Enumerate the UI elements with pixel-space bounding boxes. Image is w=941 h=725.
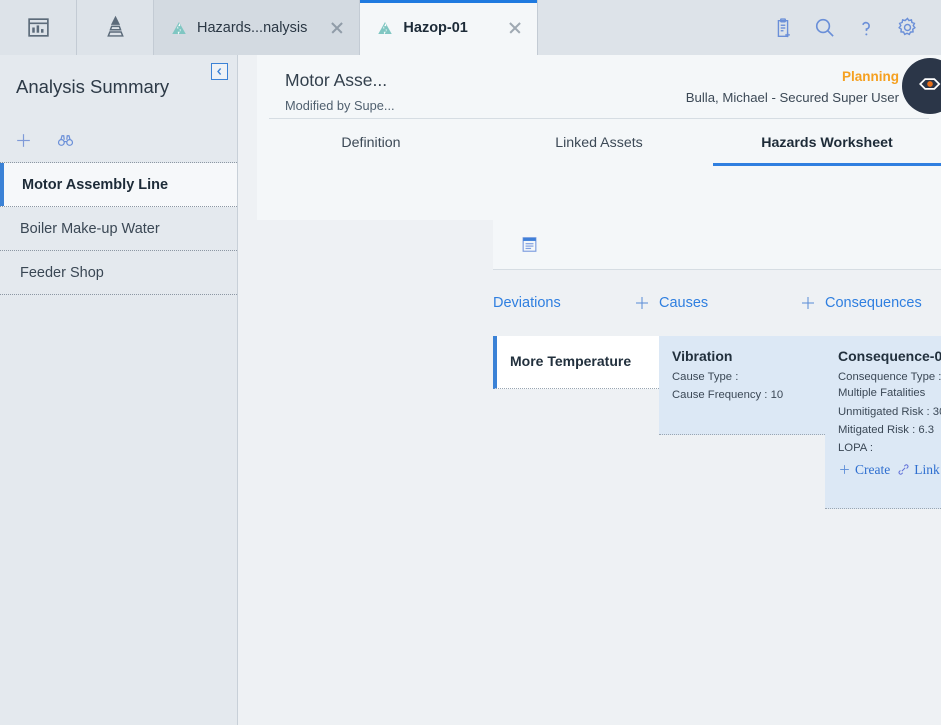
tab-label: Hazards Worksheet — [761, 134, 893, 151]
main-content: Motor Asse... Modified by Supe... Planni… — [238, 55, 941, 725]
add-cause-button[interactable] — [799, 294, 817, 312]
notes-icon[interactable] — [520, 235, 539, 254]
settings-gear-icon[interactable] — [896, 16, 919, 39]
dashboard-icon[interactable] — [0, 0, 77, 55]
card-detail: Cause Type : — [672, 370, 739, 383]
card-detail: Consequence Type : Multiple Fatalities — [838, 370, 941, 400]
card-title: Vibration — [672, 348, 733, 364]
sidebar-item-boiler-make-up-water[interactable]: Boiler Make-up Water — [0, 207, 237, 251]
worksheet-columns: Deviations More Temperature Causes Vibra… — [493, 270, 941, 725]
record-owner: Bulla, Michael - Secured Super User — [685, 90, 899, 105]
browser-tab-hazards-analysis[interactable]: Hazards...nalysis — [154, 0, 361, 55]
status-badge: Planning — [842, 69, 899, 84]
tab-close-icon[interactable] — [329, 20, 345, 36]
tab-label: Hazards...nalysis — [197, 19, 308, 36]
action-label: Link — [914, 461, 940, 477]
binoculars-icon[interactable] — [56, 131, 75, 150]
sidebar-item-feeder-shop[interactable]: Feeder Shop — [0, 251, 237, 295]
card-more-temperature[interactable]: More Temperature — [493, 336, 659, 389]
help-icon[interactable] — [855, 17, 877, 39]
sidebar-item-label: Boiler Make-up Water — [20, 220, 160, 237]
record-panel: Motor Asse... Modified by Supe... Planni… — [257, 55, 941, 220]
hazard-triangle-icon — [376, 19, 394, 37]
column-header: Causes — [659, 270, 825, 336]
sidebar-item-motor-assembly-line[interactable]: Motor Assembly Line — [0, 163, 237, 207]
tab-hazards-worksheet[interactable]: Hazards Worksheet — [713, 119, 941, 166]
tab-linked-assets[interactable]: Linked Assets — [485, 119, 713, 166]
tab-close-icon[interactable] — [507, 20, 523, 36]
link-icon — [898, 464, 909, 475]
card-consequence-01[interactable]: Consequence-01 Consequence Type : Multip… — [825, 336, 941, 509]
card-detail: LOPA : — [838, 442, 873, 455]
column-consequences: Consequences Consequence-01 Consequence … — [825, 270, 941, 725]
search-icon[interactable] — [813, 16, 836, 39]
add-icon[interactable] — [14, 131, 33, 150]
hierarchy-pyramid-icon[interactable] — [77, 0, 154, 55]
card-detail: Unmitigated Risk : 3050 — [838, 405, 941, 418]
card-title: More Temperature — [510, 353, 632, 369]
sidebar-item-label: Feeder Shop — [20, 264, 104, 281]
sidebar-title: Analysis Summary — [16, 75, 170, 97]
card-vibration[interactable]: Vibration Cause Type : Cause Frequency :… — [659, 336, 825, 435]
content-tabs: Definition Linked Assets Hazards Workshe… — [257, 119, 941, 166]
column-title: Consequences — [825, 295, 922, 311]
card-title: Consequence-01 — [838, 348, 941, 364]
create-lopa-button[interactable]: Create — [838, 462, 890, 478]
top-bar-actions — [772, 0, 941, 55]
browser-tab-hazop-01[interactable]: Hazop-01 — [360, 0, 539, 55]
tab-definition[interactable]: Definition — [257, 119, 485, 166]
tab-label: Linked Assets — [555, 134, 643, 151]
application-window: Hazards...nalysis Hazop-01 Analysis Summ… — [0, 0, 941, 725]
card-actions: Create Link — [838, 462, 941, 478]
plus-icon — [840, 465, 849, 475]
record-status-block: Planning Bulla, Michael - Secured Super … — [686, 69, 899, 105]
card-detail: Cause Frequency : 10 — [672, 389, 784, 402]
link-lopa-button[interactable]: Link — [897, 462, 940, 478]
tab-label: Hazop-01 — [403, 19, 468, 36]
left-sidebar: Analysis Summary Motor Assembly Line Boi… — [0, 55, 238, 725]
hazard-triangle-icon — [170, 19, 188, 37]
column-deviations: Deviations More Temperature — [493, 270, 659, 725]
top-tab-bar: Hazards...nalysis Hazop-01 — [0, 0, 941, 55]
sidebar-toolbar — [0, 118, 237, 163]
sidebar-collapse-button[interactable] — [211, 63, 228, 80]
column-causes: Causes Vibration Cause Type : Cause Freq… — [659, 270, 825, 725]
sidebar-item-label: Motor Assembly Line — [22, 176, 169, 193]
clipboard-add-icon[interactable] — [772, 17, 794, 39]
worksheet-toolbar — [493, 220, 941, 269]
add-deviation-button[interactable] — [633, 294, 651, 312]
card-detail: Mitigated Risk : 6.3 — [838, 424, 935, 436]
column-header: Deviations — [493, 270, 659, 336]
column-title: Causes — [659, 295, 709, 311]
analysis-list: Motor Assembly Line Boiler Make-up Water… — [0, 163, 237, 295]
assistant-icon — [917, 71, 941, 102]
sidebar-header: Analysis Summary — [0, 55, 237, 118]
action-label: Create — [855, 461, 891, 477]
column-title: Deviations — [493, 295, 561, 311]
record-header: Motor Asse... Modified by Supe... Planni… — [257, 55, 941, 118]
column-header: Consequences — [825, 270, 941, 336]
tab-label: Definition — [341, 134, 401, 151]
